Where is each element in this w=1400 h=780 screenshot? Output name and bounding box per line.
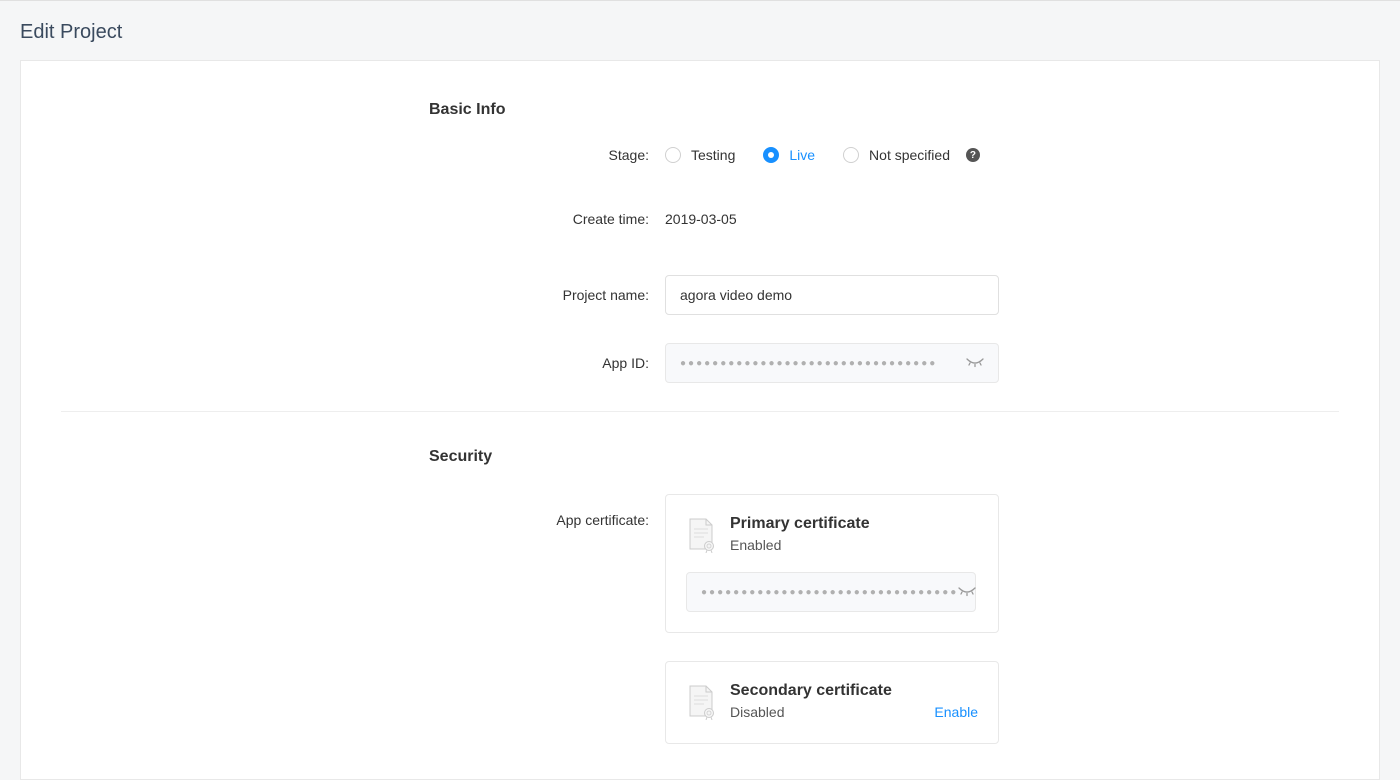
project-name-input[interactable] (665, 275, 999, 315)
enable-secondary-link[interactable]: Enable (934, 704, 978, 720)
page-container: Edit Project Basic Info Stage: Testing L… (0, 0, 1400, 780)
stage-radio-live[interactable]: Live (763, 147, 815, 163)
stage-radio-testing[interactable]: Testing (665, 147, 735, 163)
primary-certificate-card: Primary certificate Enabled ●●●●●●●●●●●●… (665, 494, 999, 633)
basic-info-section-title: Basic Info (429, 101, 1339, 119)
certificate-icon (686, 517, 716, 556)
certificate-icon (686, 684, 716, 723)
help-icon[interactable]: ? (966, 148, 980, 162)
stage-label: Stage: (61, 147, 665, 163)
section-divider (61, 411, 1339, 412)
radio-circle-icon (843, 147, 859, 163)
create-time-value: 2019-03-05 (665, 211, 737, 227)
stage-radio-group: Testing Live Not specified ? (665, 147, 980, 163)
radio-circle-selected-icon (763, 147, 779, 163)
eye-reveal-icon[interactable] (966, 357, 984, 369)
project-name-row: Project name: (61, 275, 1339, 315)
app-id-row: App ID: ●●●●●●●●●●●●●●●●●●●●●●●●●●●●●●●● (61, 343, 1339, 383)
radio-label-testing: Testing (691, 147, 735, 163)
create-time-label: Create time: (61, 211, 665, 227)
secondary-certificate-card: Secondary certificate Disabled Enable (665, 661, 999, 744)
app-id-masked-value: ●●●●●●●●●●●●●●●●●●●●●●●●●●●●●●●● (680, 358, 937, 369)
app-id-label: App ID: (61, 355, 665, 371)
radio-label-not-specified: Not specified (869, 147, 950, 163)
secondary-certificate-title: Secondary certificate (730, 682, 978, 700)
primary-certificate-title: Primary certificate (730, 515, 978, 533)
page-title: Edit Project (20, 21, 1380, 44)
stage-row: Stage: Testing Live Not specified ? (61, 147, 1339, 163)
radio-label-live: Live (789, 147, 815, 163)
radio-circle-icon (665, 147, 681, 163)
create-time-row: Create time: 2019-03-05 (61, 211, 1339, 227)
primary-cert-masked-value: ●●●●●●●●●●●●●●●●●●●●●●●●●●●●●●●● (701, 587, 958, 598)
app-id-masked-box: ●●●●●●●●●●●●●●●●●●●●●●●●●●●●●●●● (665, 343, 999, 383)
eye-reveal-icon[interactable] (958, 586, 976, 598)
certificate-column: Primary certificate Enabled ●●●●●●●●●●●●… (665, 494, 999, 744)
security-section-title: Security (429, 448, 1339, 466)
stage-radio-not-specified[interactable]: Not specified ? (843, 147, 980, 163)
app-certificate-row: App certificate: (61, 494, 1339, 744)
secondary-certificate-status: Disabled (730, 704, 784, 720)
primary-cert-masked-box: ●●●●●●●●●●●●●●●●●●●●●●●●●●●●●●●● (686, 572, 976, 612)
app-certificate-label: App certificate: (61, 494, 665, 528)
primary-certificate-status: Enabled (730, 537, 781, 553)
content-card: Basic Info Stage: Testing Live Not speci… (20, 60, 1380, 780)
project-name-label: Project name: (61, 287, 665, 303)
